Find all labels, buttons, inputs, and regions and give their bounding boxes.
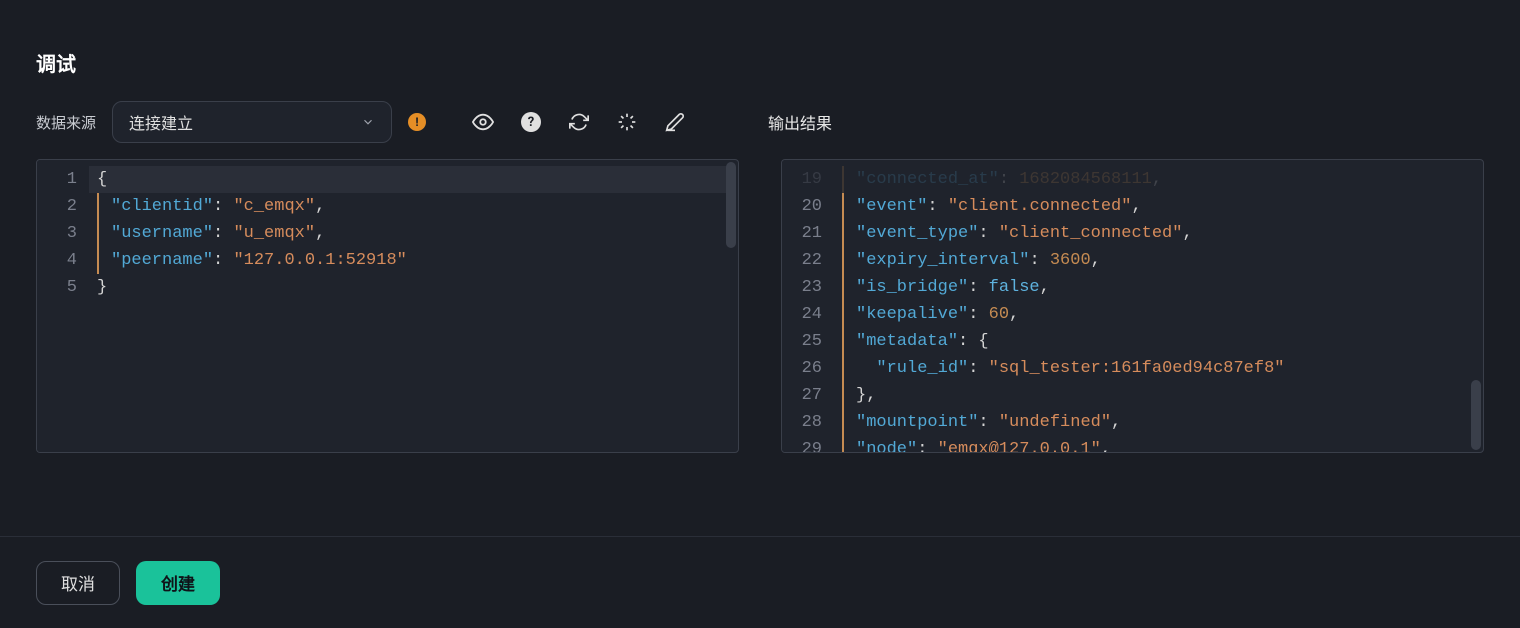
help-icon[interactable]: ? — [520, 111, 542, 133]
data-source-select[interactable]: 连接建立 — [112, 101, 392, 143]
refresh-icon[interactable] — [568, 111, 590, 133]
chevron-down-icon — [361, 115, 375, 129]
left-code: {"clientid": "c_emqx","username": "u_emq… — [89, 160, 738, 452]
scrollbar[interactable] — [1471, 380, 1481, 450]
edit-icon[interactable] — [664, 111, 686, 133]
scrollbar[interactable] — [726, 162, 736, 248]
spark-icon[interactable] — [616, 111, 638, 133]
right-gutter: 192021222324252627282930 — [782, 160, 834, 452]
section-title: 调试 — [36, 48, 1484, 77]
preview-icon[interactable] — [472, 111, 494, 133]
footer-bar: 取消 创建 — [0, 536, 1520, 628]
input-editor[interactable]: 12345 {"clientid": "c_emqx","username": … — [36, 159, 739, 453]
right-code: "connected_at": 1682084568111,"event": "… — [834, 160, 1483, 452]
data-source-label: 数据来源 — [36, 112, 96, 133]
output-editor[interactable]: 192021222324252627282930 "connected_at":… — [781, 159, 1484, 453]
output-result-label: 输出结果 — [768, 110, 1484, 134]
left-gutter: 12345 — [37, 160, 89, 452]
warning-badge-icon: ! — [408, 113, 426, 131]
select-value: 连接建立 — [129, 110, 193, 134]
cancel-button[interactable]: 取消 — [36, 561, 120, 605]
create-button[interactable]: 创建 — [136, 561, 220, 605]
